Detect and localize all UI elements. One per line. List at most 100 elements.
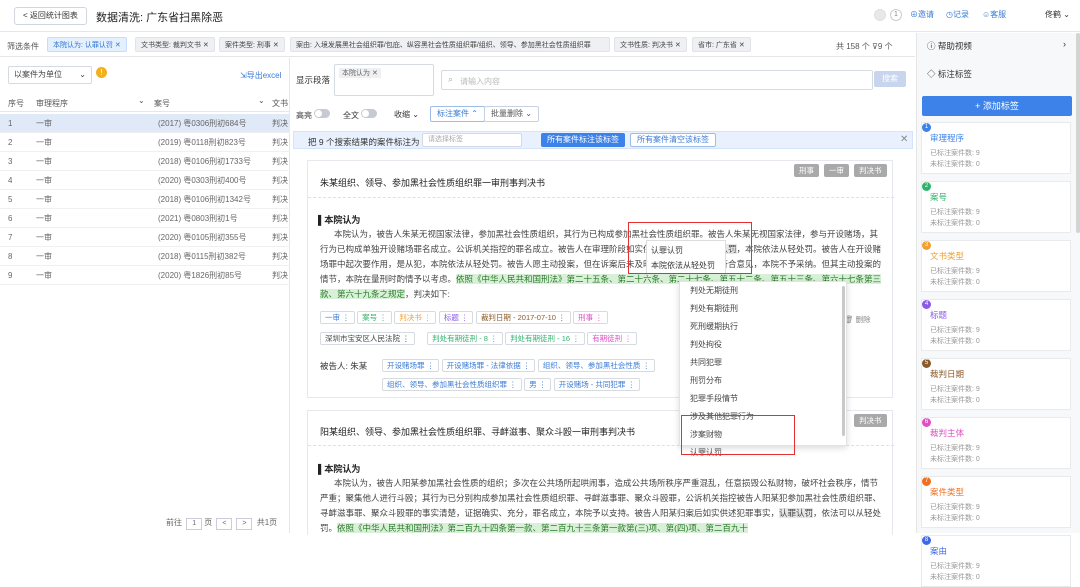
label-chip[interactable]: 组织、领导、参加黑社会性质 ⋮ — [537, 359, 655, 372]
toggle-switch[interactable] — [314, 109, 331, 118]
next-page-button[interactable]: > — [236, 518, 253, 530]
tag-select[interactable]: 请选择标签 — [422, 133, 522, 147]
delete-button[interactable]: 🗑 删除 — [844, 314, 871, 325]
tag-panel-label: ◇ 标注标签 — [927, 68, 972, 80]
label-chip[interactable]: 刑事 ⋮ — [573, 311, 608, 324]
page-input[interactable]: 1 — [186, 518, 203, 530]
label-chip[interactable]: 男 ⋮ — [524, 378, 552, 391]
scrollbar[interactable] — [842, 286, 845, 436]
label-chip[interactable]: 开设赌场罪 - 法律依据 ⋮ — [441, 359, 536, 372]
tag-number: 3 — [922, 241, 931, 250]
search-input[interactable]: ⌕ 请输入内容 — [441, 70, 873, 90]
filter-tag[interactable]: 省市: 广东省 ✕ — [692, 37, 751, 52]
highlight-law[interactable]: 依照《中华人民共和国刑法》第二百九十四条第一款、第二百九十三条第一款第(三)项、… — [337, 523, 748, 533]
record-link[interactable]: ◷记录 — [946, 9, 969, 20]
col-case-no[interactable]: 案号 — [154, 98, 170, 109]
dropdown-item[interactable]: 共同犯罪 — [690, 357, 722, 368]
col-procedure[interactable]: 审理程序 — [36, 98, 68, 109]
tag-card[interactable]: 1 审理程序 已标注案件数: 9 未标注案件数: 0 — [921, 122, 1071, 174]
tag-case-button[interactable]: 标注案件 ⌃ — [430, 106, 485, 122]
table-row[interactable]: 5 一审 (2018) 粤0106刑初1342号 判决 — [0, 190, 290, 209]
section-tag[interactable]: 本院认为 ✕ — [339, 68, 381, 78]
clear-all-button[interactable]: 所有案件清空该标签 — [630, 133, 716, 147]
dropdown-item[interactable]: 死刑缓期执行 — [690, 321, 738, 332]
search-button[interactable]: 搜索 — [874, 71, 906, 87]
tag-card[interactable]: 4 标题 已标注案件数: 9 未标注案件数: 0 — [921, 299, 1071, 351]
section-select[interactable]: 本院认为 ✕ — [334, 64, 434, 96]
table-row[interactable]: 2 一审 (2019) 粤0118刑初823号 判决 — [0, 133, 290, 152]
filter-tag[interactable]: 案由: 入境发展黑社会组织罪/包庇、纵容黑社会性质组织罪/组织、领导、参加黑社会… — [290, 37, 610, 52]
label-chip[interactable]: 判处有期徒刑 - 16 ⋮ — [505, 332, 585, 345]
dropdown-item[interactable]: 判处无期徒刑 — [690, 285, 738, 296]
chevron-down-icon[interactable]: ⌄ — [138, 96, 145, 105]
label-chip[interactable]: 开设赌场 - 共同犯罪 ⋮ — [553, 378, 640, 391]
badge: 刑事 — [794, 164, 819, 177]
highlight-toggle[interactable]: 高亮 — [296, 109, 331, 121]
info-icon[interactable]: ! — [96, 67, 107, 78]
table-row[interactable]: 6 一审 (2021) 粤0803刑初1号 判决 — [0, 209, 290, 228]
table-cell: (2017) 粤0306刑初684号 — [158, 119, 247, 128]
table-cell: 判决 — [272, 119, 288, 128]
badge: 判决书 — [854, 164, 887, 177]
dropdown-item[interactable]: 判处拘役 — [690, 339, 722, 350]
label-chip[interactable]: 判处有期徒刑 - 8 ⋮ — [427, 332, 503, 345]
label-chip[interactable]: 组织、领导、参加黑社会性质组织罪 ⋮ — [382, 378, 522, 391]
table-row[interactable]: 9 一审 (2020) 粤1826刑初85号 判决 — [0, 266, 290, 285]
tag-card[interactable]: 5 裁判日期 已标注案件数: 9 未标注案件数: 0 — [921, 358, 1071, 410]
tag-all-button[interactable]: 所有案件标注该标签 — [541, 133, 625, 147]
table-row[interactable]: 3 一审 (2018) 粤0106刑初1733号 判决 — [0, 152, 290, 171]
chevron-down-icon[interactable]: ⌄ — [258, 96, 265, 105]
case-title[interactable]: 阳某组织、领导、参加黑社会性质组织罪、寻衅滋事、聚众斗殴一审刑事判决书 — [320, 425, 635, 438]
label-chip[interactable]: 标题 ⋮ — [438, 311, 474, 324]
batch-delete-button[interactable]: 批量删除 ⌄ — [484, 106, 539, 122]
label-chip[interactable]: 有期徒刑 ⋮ — [587, 332, 637, 345]
unit-select[interactable]: 以案件为单位 ⌄ — [8, 66, 92, 84]
dropdown-item[interactable]: 判处有期徒刑 — [690, 303, 738, 314]
chevron-down-icon: ⌄ — [1063, 10, 1070, 19]
label-chip[interactable]: 开设赌场罪 ⋮ — [382, 359, 440, 372]
tag-card[interactable]: 8 案由 已标注案件数: 9 未标注案件数: 0 — [921, 535, 1071, 587]
tag-card[interactable]: 7 案件类型 已标注案件数: 9 未标注案件数: 0 — [921, 476, 1071, 528]
highlight-confession[interactable]: 认罪认罚 — [779, 508, 814, 518]
table-cell: 6 — [8, 214, 13, 223]
chevron-right-icon[interactable]: › — [1063, 39, 1066, 49]
tag-card[interactable]: 3 文书类型 已标注案件数: 9 未标注案件数: 0 — [921, 240, 1071, 292]
scrollbar[interactable] — [1076, 33, 1080, 233]
invite-link[interactable]: ⊕邀请 — [910, 9, 934, 20]
filter-tag[interactable]: 文书类型: 裁判文书 ✕ — [135, 37, 215, 52]
filter-tag[interactable]: 本院认为: 认罪认罚 ✕ — [47, 37, 127, 52]
export-excel-link[interactable]: ⇲导出excel — [240, 70, 281, 81]
chip-text: 判决书 — [399, 313, 422, 322]
help-video-link[interactable]: ⓘ 帮助视频 — [927, 40, 972, 52]
label-chip[interactable]: 一审 ⋮ — [320, 311, 355, 324]
tag-card[interactable]: 6 裁判主体 已标注案件数: 9 未标注案件数: 0 — [921, 417, 1071, 469]
dropdown-item[interactable]: 刑罚分布 — [690, 375, 722, 386]
service-link[interactable]: ☺客服 — [982, 9, 1006, 20]
prev-page-button[interactable]: < — [216, 518, 233, 530]
table-row[interactable]: 7 一审 (2020) 粤0105刑初355号 判决 — [0, 228, 290, 247]
user-menu[interactable]: 佟鹤 ⌄ — [1045, 9, 1070, 20]
close-icon[interactable]: ✕ — [900, 134, 908, 145]
table-row[interactable]: 1 一审 (2017) 粤0306刑初684号 判决 — [0, 114, 290, 133]
tag-untagged-count: 未标注案件数: 0 — [930, 574, 980, 581]
back-button[interactable]: < 返回统计图表 — [14, 7, 87, 25]
collapse-button[interactable]: 收缩 ⌄ — [394, 109, 419, 120]
section-heading: ▌本院认为 — [318, 215, 361, 225]
table-row[interactable]: 8 一审 (2018) 粤0115刑初382号 判决 — [0, 247, 290, 266]
case-title[interactable]: 朱某组织、领导、参加黑社会性质组织罪一审刑事判决书 — [320, 176, 545, 189]
table-row[interactable]: 4 一审 (2020) 粤0303刑初400号 判决 — [0, 171, 290, 190]
label-chip[interactable]: 深圳市宝安区人民法院 ⋮ — [320, 332, 415, 345]
tag-tagged-count: 已标注案件数: 9 — [930, 150, 980, 157]
label-chip[interactable]: 裁判日期 - 2017-07-10 ⋮ — [475, 311, 571, 324]
tag-card[interactable]: 2 案号 已标注案件数: 9 未标注案件数: 0 — [921, 181, 1071, 233]
filter-tag[interactable]: 文书性质: 判决书 ✕ — [614, 37, 687, 52]
chevron-down-icon: ⌄ — [79, 70, 86, 79]
fulltext-toggle[interactable]: 全文 — [343, 109, 378, 121]
filter-tag[interactable]: 案件类型: 刑事 ✕ — [219, 37, 285, 52]
add-tag-button[interactable]: + 添加标签 — [922, 96, 1072, 116]
label-chip[interactable]: 案号 ⋮ — [357, 311, 392, 324]
badge: 判决书 — [854, 414, 887, 427]
dropdown-item[interactable]: 犯罪手段情节 — [690, 393, 738, 404]
toggle-switch[interactable] — [361, 109, 378, 118]
label-chip[interactable]: 判决书 ⋮ — [394, 311, 437, 324]
